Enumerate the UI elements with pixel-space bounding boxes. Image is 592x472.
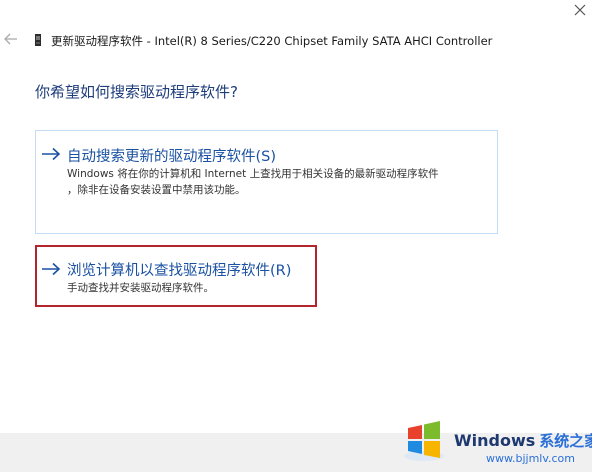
auto-search-option-title: 自动搜索更新的驱动程序软件(S)	[67, 149, 277, 165]
auto-search-option[interactable]: 自动搜索更新的驱动程序软件(S) Windows 将在你的计算机和 Intern…	[35, 130, 498, 234]
auto-search-option-description: Windows 将在你的计算机和 Internet 上查找用于相关设备的最新驱动…	[67, 166, 439, 198]
page-question-heading: 你希望如何搜索驱动程序软件?	[35, 83, 238, 101]
watermark-brand: Windows 系统之家	[454, 430, 592, 451]
window-title: 更新驱动程序软件 - Intel(R) 8 Series/C220 Chipse…	[51, 34, 493, 48]
back-arrow-icon[interactable]	[4, 33, 18, 45]
windows-logo-icon	[404, 421, 444, 461]
auto-search-desc-line2: ，除非在设备安装设置中禁用该功能。	[67, 184, 246, 196]
arrow-right-icon	[42, 262, 61, 276]
close-icon[interactable]	[572, 2, 588, 18]
watermark-brand-windows: Windows	[454, 431, 536, 450]
watermark-url: www.bjjmlv.com	[486, 452, 575, 465]
browse-computer-option-title: 浏览计算机以查找驱动程序软件(R)	[67, 263, 292, 279]
device-chip-icon	[35, 34, 41, 46]
browse-computer-option-description: 手动查找并安装驱动程序软件。	[67, 282, 214, 294]
browse-computer-option[interactable]: 浏览计算机以查找驱动程序软件(R) 手动查找并安装驱动程序软件。	[35, 245, 317, 307]
auto-search-desc-line1: Windows 将在你的计算机和 Internet 上查找用于相关设备的最新驱动…	[67, 168, 439, 180]
watermark-brand-suffix: 系统之家	[539, 432, 592, 450]
arrow-right-icon	[42, 147, 61, 161]
